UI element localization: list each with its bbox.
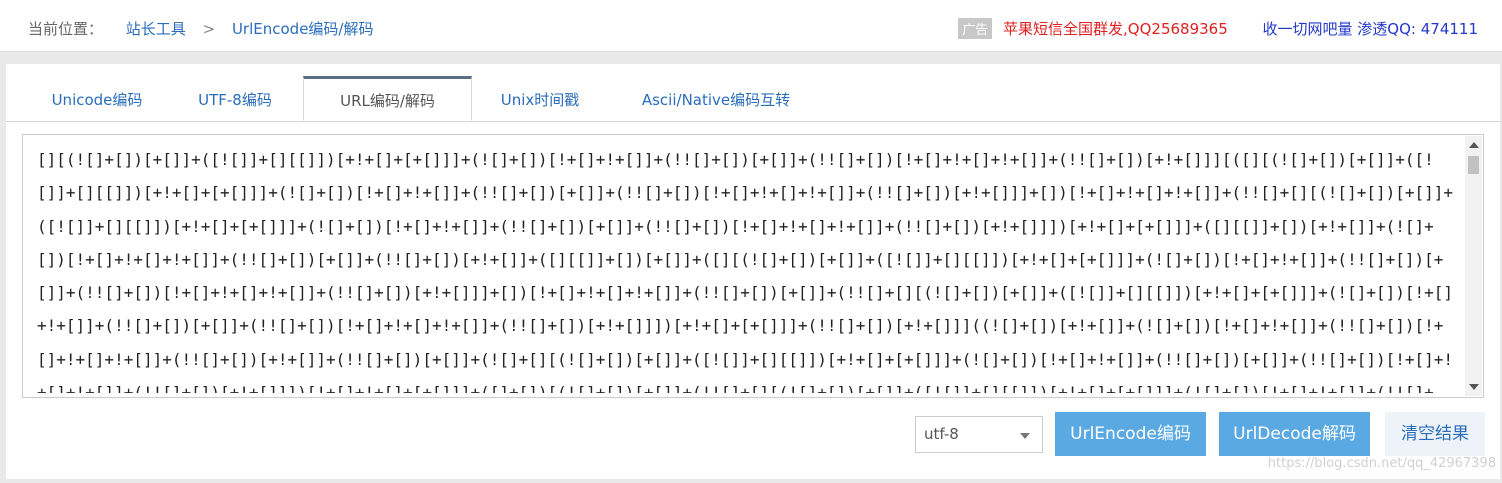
breadcrumb-prefix: 当前位置： (28, 20, 104, 38)
tab-utf8[interactable]: UTF-8编码 (170, 76, 300, 121)
charset-select-value: utf-8 (924, 425, 959, 443)
top-bar: 当前位置： 站长工具 > UrlEncode编码/解码 广告 苹果短信全国群发,… (0, 0, 1502, 52)
textarea-content[interactable]: [][(![]+[])[+[]]+([![]]+[][[]])[+!+[]+[+… (37, 143, 1455, 393)
breadcrumb-home-link[interactable]: 站长工具 (126, 20, 186, 38)
ad-link-sms[interactable]: 苹果短信全国群发,QQ25689365 (1003, 20, 1228, 38)
breadcrumb-separator: > (202, 20, 216, 38)
tab-unix-timestamp[interactable]: Unix时间戳 (478, 76, 602, 121)
scroll-down-arrow-icon[interactable] (1469, 384, 1479, 390)
watermark-text: https://blog.csdn.net/qq_42967398 (1267, 456, 1496, 471)
charset-select[interactable]: utf-8 (915, 416, 1043, 453)
tab-url-encode[interactable]: URL编码/解码 (303, 76, 472, 121)
scroll-up-arrow-icon[interactable] (1469, 142, 1479, 148)
tool-panel: Unicode编码 UTF-8编码 URL编码/解码 Unix时间戳 Ascii… (6, 64, 1500, 479)
tab-bar: Unicode编码 UTF-8编码 URL编码/解码 Unix时间戳 Ascii… (6, 76, 1500, 122)
clear-result-button[interactable]: 清空结果 (1385, 412, 1485, 456)
scroll-thumb[interactable] (1468, 156, 1479, 174)
ad-links: 广告 苹果短信全国群发,QQ25689365 收一切网吧量 渗透QQ: 4741… (958, 18, 1478, 39)
ad-link-netbar[interactable]: 收一切网吧量 渗透QQ: 474111 (1263, 20, 1478, 38)
chevron-down-icon (1020, 433, 1030, 439)
breadcrumb: 当前位置： 站长工具 > UrlEncode编码/解码 (28, 18, 373, 39)
tab-unicode[interactable]: Unicode编码 (24, 76, 170, 121)
ad-badge: 广告 (958, 18, 993, 39)
vertical-scrollbar[interactable] (1465, 136, 1482, 396)
url-encode-button[interactable]: UrlEncode编码 (1055, 412, 1206, 456)
content-textarea[interactable]: [][(![]+[])[+[]]+([![]]+[][[]])[+!+[]+[+… (22, 134, 1484, 398)
url-decode-button[interactable]: UrlDecode解码 (1219, 412, 1370, 456)
tab-ascii-native[interactable]: Ascii/Native编码互转 (614, 76, 818, 121)
breadcrumb-current-link[interactable]: UrlEncode编码/解码 (232, 20, 374, 38)
